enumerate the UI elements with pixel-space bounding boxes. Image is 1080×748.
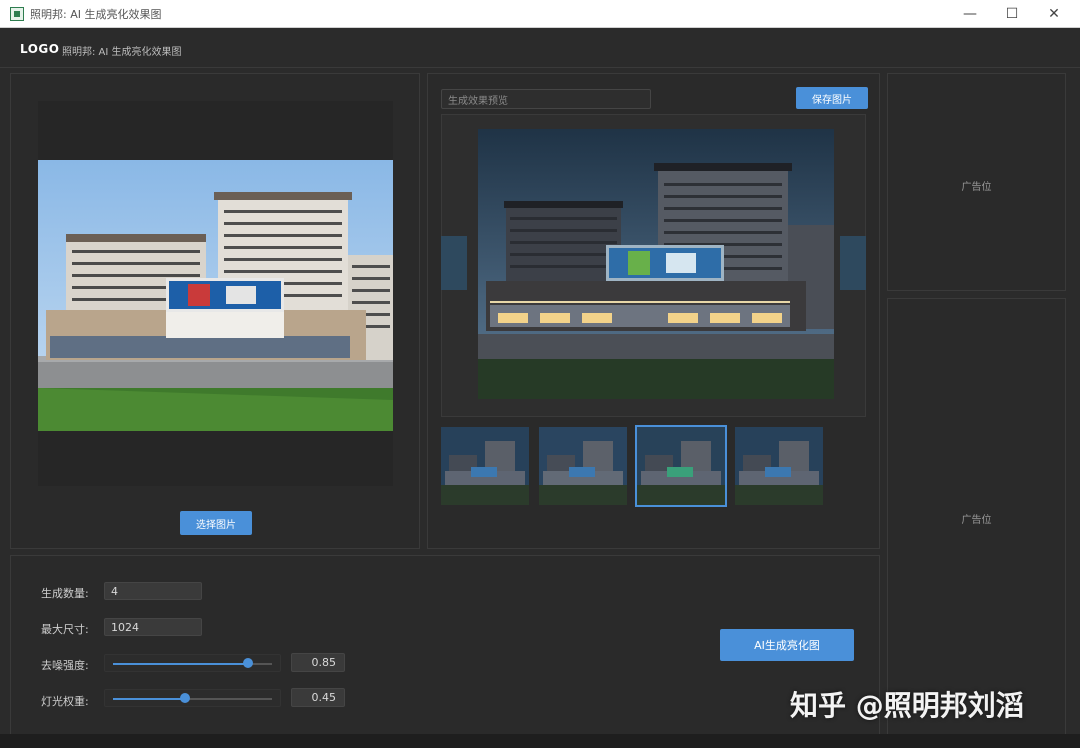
save-image-button[interactable]: 保存图片 [796, 87, 868, 109]
denoise-slider-fill [113, 663, 249, 665]
preview-tab-label: 生成效果预览 [441, 89, 651, 109]
count-input[interactable]: 4 [104, 582, 202, 600]
light-weight-slider-knob[interactable] [179, 693, 190, 703]
prev-image-arrow[interactable] [441, 236, 467, 290]
close-button[interactable]: ✕ [1032, 0, 1076, 28]
app-body: LOGO 照明邦: AI 生成亮化效果图 选择图片 生成效果预览 保存图片 广告… [0, 28, 1080, 748]
preview-night-image [478, 129, 834, 399]
denoise-value[interactable]: 0.85 [291, 653, 345, 672]
background-code-strip [0, 734, 1080, 748]
select-image-button[interactable]: 选择图片 [180, 511, 252, 535]
preview-panel: 生成效果预览 保存图片 [427, 73, 880, 549]
generate-button[interactable]: AI生成亮化图 [720, 629, 854, 661]
logo: LOGO [20, 42, 60, 56]
ad-slot-bottom[interactable]: 广告位 [887, 298, 1066, 738]
maximize-button[interactable]: ☐ [990, 0, 1034, 28]
preview-frame [441, 114, 866, 417]
app-title: 照明邦: AI 生成亮化效果图 [62, 47, 182, 58]
light-weight-value[interactable]: 0.45 [291, 688, 345, 707]
window-titlebar: 照明邦: AI 生成亮化效果图 — ☐ ✕ [0, 0, 1080, 28]
app-header: LOGO 照明邦: AI 生成亮化效果图 [0, 28, 1080, 68]
settings-panel: 生成数量: 4 最大尺寸: 1024 去噪强度: 0.85 灯光权重: 0.45… [10, 555, 880, 738]
light-weight-label: 灯光权重: [41, 695, 89, 708]
next-image-arrow[interactable] [840, 236, 866, 290]
source-building-image [38, 160, 393, 431]
thumbnail-strip [441, 425, 866, 507]
app-icon [10, 7, 24, 21]
minimize-button[interactable]: — [948, 0, 992, 28]
watermark: 知乎 @照明邦刘滔 [790, 689, 1024, 722]
ad-label-top: 广告位 [961, 182, 992, 193]
count-label: 生成数量: [41, 587, 89, 600]
denoise-label: 去噪强度: [41, 659, 89, 672]
light-weight-slider[interactable] [104, 689, 281, 707]
window-title: 照明邦: AI 生成亮化效果图 [30, 8, 162, 21]
thumbnail-2[interactable] [539, 427, 627, 505]
light-weight-slider-fill [113, 698, 185, 700]
thumbnail-4[interactable] [735, 427, 823, 505]
ad-label-bottom: 广告位 [961, 515, 992, 526]
thumbnail-3[interactable] [635, 425, 727, 507]
max-size-label: 最大尺寸: [41, 623, 89, 636]
thumbnail-1[interactable] [441, 427, 529, 505]
denoise-slider-knob[interactable] [243, 658, 254, 668]
source-image-frame [38, 101, 393, 486]
denoise-slider[interactable] [104, 654, 281, 672]
ad-slot-top[interactable]: 广告位 [887, 73, 1066, 291]
max-size-input[interactable]: 1024 [104, 618, 202, 636]
source-image-panel: 选择图片 [10, 73, 420, 549]
